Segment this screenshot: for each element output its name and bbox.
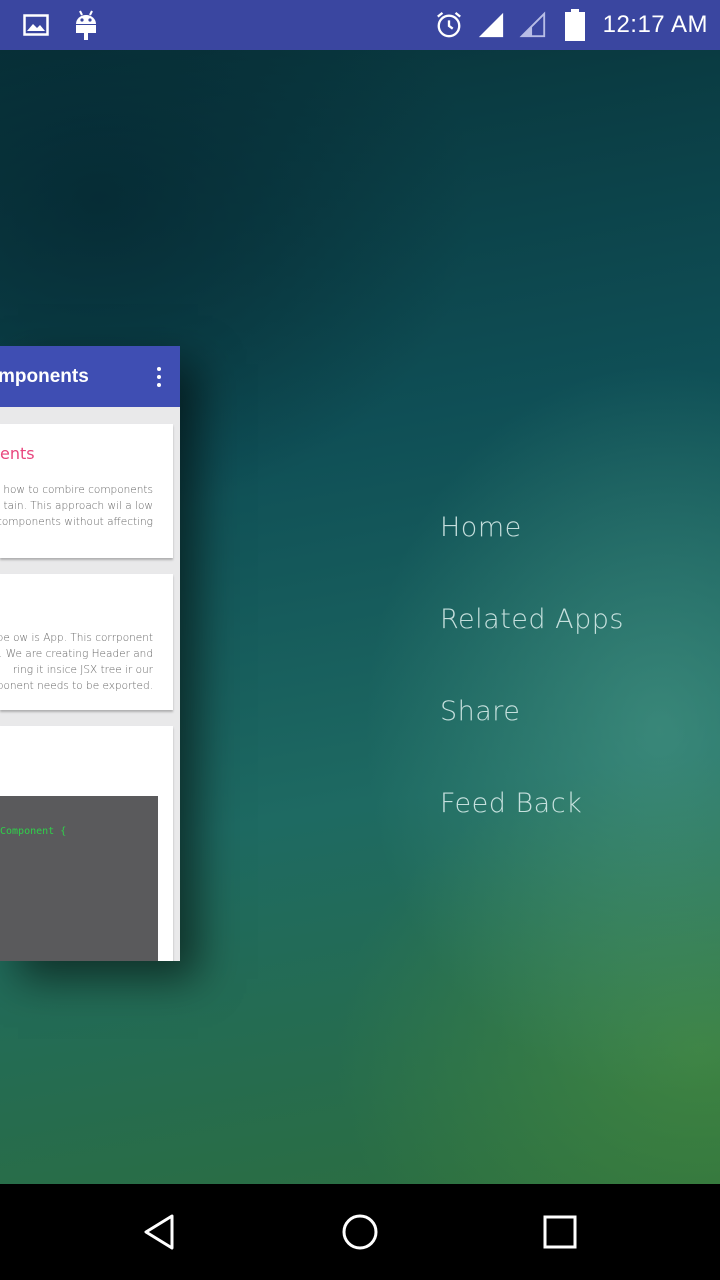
preview-toolbar: mponents bbox=[0, 346, 180, 407]
code-block: Component { bbox=[0, 796, 158, 961]
status-bar: 12:17 AM bbox=[0, 0, 720, 50]
menu-item-related-apps[interactable]: Related Apps bbox=[440, 597, 720, 689]
content-card: ents how to combire components tain. Thi… bbox=[0, 424, 173, 558]
navigation-bar bbox=[0, 1184, 720, 1280]
menu-item-home[interactable]: Home bbox=[440, 505, 720, 597]
status-time: 12:17 AM bbox=[602, 11, 708, 38]
back-icon[interactable] bbox=[130, 1202, 190, 1262]
preview-title: mponents bbox=[0, 365, 89, 387]
card-text-line: r components without affecting bbox=[0, 516, 153, 528]
content-card: Component { bbox=[0, 726, 173, 961]
card-text-line: how to combire components bbox=[3, 484, 153, 496]
image-icon bbox=[22, 11, 50, 39]
status-right: 12:17 AM bbox=[435, 0, 708, 50]
card-text-line: ring it insice JSX tree ir our bbox=[12, 664, 153, 676]
overflow-menu-icon[interactable] bbox=[152, 365, 166, 389]
card-text-line: rponent needs to be exported. bbox=[0, 680, 153, 692]
code-line: Component { bbox=[0, 826, 67, 837]
recents-icon[interactable] bbox=[530, 1202, 590, 1262]
content-card: e be ow is App. This corrponent t. We ar… bbox=[0, 574, 173, 710]
alarm-icon bbox=[435, 11, 463, 39]
home-icon[interactable] bbox=[330, 1202, 390, 1262]
card-heading: ents bbox=[0, 444, 35, 463]
menu-item-share[interactable]: Share bbox=[440, 689, 720, 781]
menu-item-feed-back[interactable]: Feed Back bbox=[440, 781, 720, 873]
card-text-line: t. We are creating Header and bbox=[0, 648, 153, 660]
main-content-preview[interactable]: mponents ents how to combire components … bbox=[0, 346, 180, 961]
status-left bbox=[22, 0, 100, 50]
battery-icon bbox=[561, 9, 589, 41]
card-text-line: e be ow is App. This corrponent bbox=[0, 632, 153, 644]
card-text-line: tain. This approach wil a low bbox=[3, 500, 153, 512]
android-icon bbox=[72, 10, 100, 40]
card-text: how to combire components tain. This app… bbox=[0, 482, 153, 530]
card-text: e be ow is App. This corrponent t. We ar… bbox=[0, 630, 153, 694]
signal-empty-icon bbox=[519, 11, 547, 39]
side-menu: Home Related Apps Share Feed Back bbox=[440, 505, 720, 873]
signal-icon bbox=[477, 11, 505, 39]
